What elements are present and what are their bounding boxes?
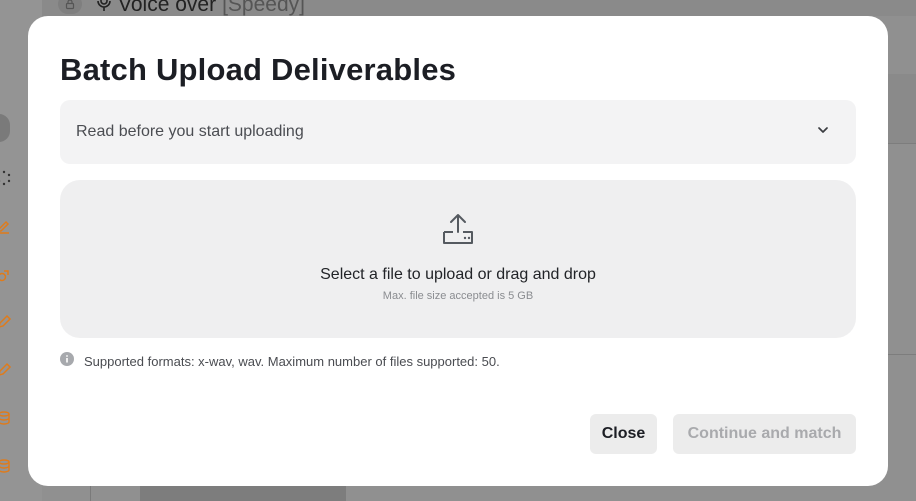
supported-formats-text: Supported formats: x-wav, wav. Maximum n… — [84, 354, 500, 369]
dropzone-size-limit: Max. file size accepted is 5 GB — [382, 290, 534, 302]
edit-document-icon — [0, 217, 14, 237]
file-dropzone[interactable]: Select a file to upload or drag and drop… — [60, 180, 856, 338]
background-title-text: Voice over — [118, 0, 217, 16]
coins-icon — [0, 408, 14, 428]
background-page-title: Voice over [Speedy] — [96, 0, 305, 16]
background-title-tag: [Speedy] — [222, 0, 305, 16]
continue-and-match-button[interactable]: Continue and match — [673, 414, 856, 454]
pencil-icon — [0, 312, 14, 332]
background-block — [140, 486, 346, 501]
link-icon — [0, 265, 14, 285]
info-icon — [60, 352, 74, 371]
chevron-down-icon — [816, 123, 830, 142]
read-before-accordion[interactable]: Read before you start uploading — [60, 100, 856, 164]
dropzone-instruction: Select a file to upload or drag and drop — [320, 266, 596, 283]
background-card — [888, 74, 916, 144]
batch-upload-modal: Batch Upload Deliverables Read before yo… — [28, 16, 888, 486]
close-button[interactable]: Close — [590, 414, 657, 454]
background-divider — [888, 354, 916, 372]
supported-formats-note: Supported formats: x-wav, wav. Maximum n… — [60, 352, 500, 371]
modal-title: Batch Upload Deliverables — [60, 52, 457, 87]
spinner-icon — [0, 168, 14, 188]
pencil-icon — [0, 360, 14, 380]
coins-icon — [0, 456, 14, 476]
accordion-label: Read before you start uploading — [76, 123, 304, 140]
upload-tray-icon — [441, 212, 475, 246]
background-divider — [90, 486, 91, 501]
